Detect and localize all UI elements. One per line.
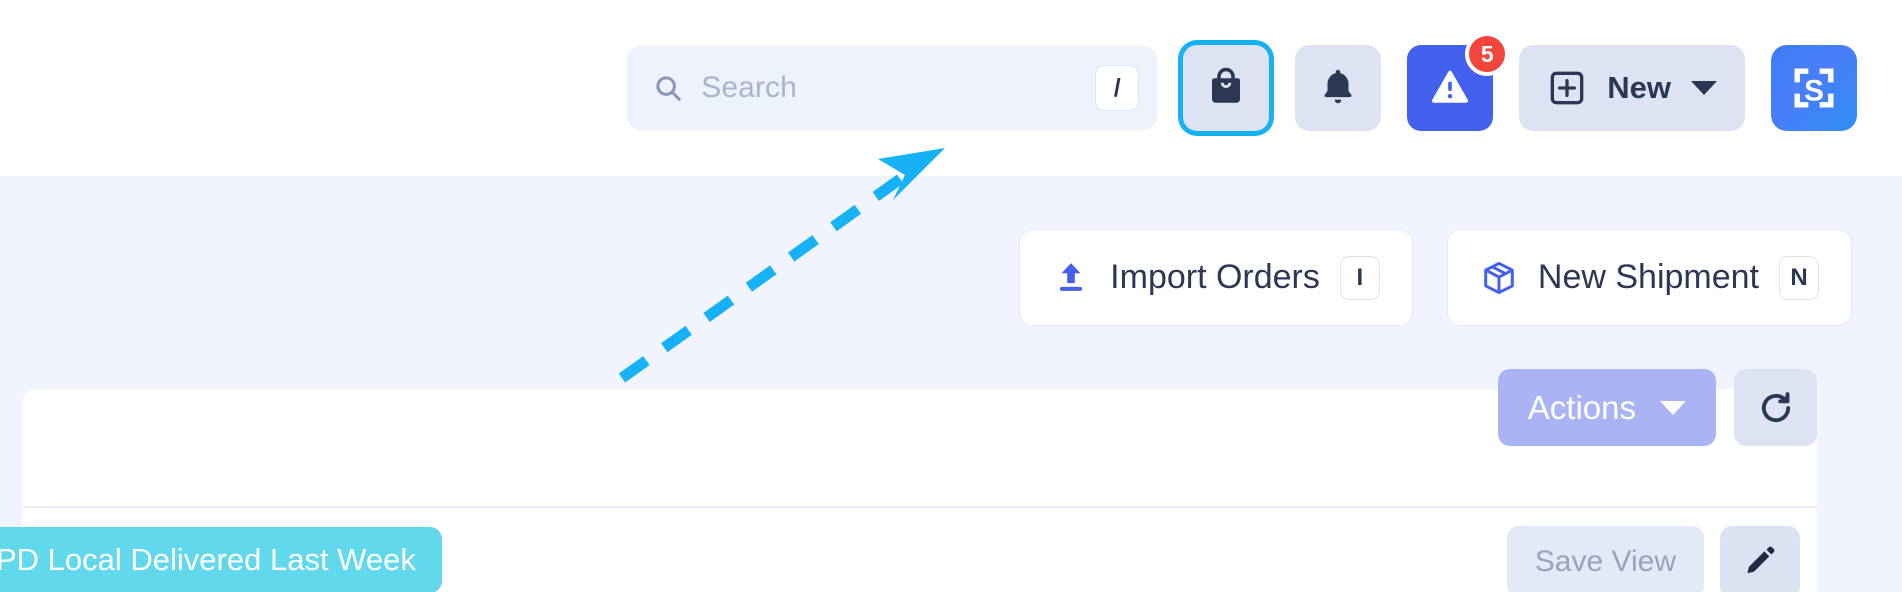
alerts-count-badge: 5 (1465, 32, 1510, 76)
import-orders-shortcut-badge: I (1339, 255, 1380, 300)
pencil-icon (1742, 543, 1778, 582)
actions-dropdown-button[interactable]: Actions (1497, 369, 1716, 446)
page-toolbar: Import Orders I New Shipment N (0, 176, 1902, 389)
header-controls-group: Search / 5 New S (627, 0, 1857, 176)
bell-icon (1317, 66, 1359, 111)
new-button-label: New (1607, 70, 1671, 105)
app-root: Search / 5 New S Import Orders I New Shi… (0, 0, 1902, 592)
svg-text:S: S (1804, 74, 1824, 107)
search-placeholder-text: Search (701, 71, 797, 104)
new-shipment-label: New Shipment (1537, 258, 1759, 296)
upload-icon (1052, 259, 1090, 297)
import-orders-label: Import Orders (1110, 258, 1320, 296)
new-dropdown-button[interactable]: New (1519, 45, 1745, 131)
shopping-bag-icon (1205, 66, 1247, 111)
actions-button-label: Actions (1527, 388, 1636, 426)
new-shipment-button[interactable]: New Shipment N (1446, 229, 1852, 326)
toolbar-actions-group: Import Orders I New Shipment N (1019, 229, 1852, 326)
chevron-down-icon (1691, 81, 1717, 95)
filter-chip[interactable]: PD Local Delivered Last Week (0, 527, 442, 592)
search-icon (653, 73, 683, 103)
package-box-icon (1480, 259, 1518, 297)
save-view-button[interactable]: Save View (1506, 526, 1704, 592)
alerts-button[interactable]: 5 (1407, 32, 1510, 131)
new-shipment-shortcut-badge: N (1779, 255, 1819, 300)
plus-square-icon (1547, 68, 1587, 108)
search-shortcut-badge: / (1095, 65, 1140, 111)
card-actions-group: Actions (1497, 369, 1817, 446)
search-input[interactable]: Search / (627, 46, 1158, 130)
warning-triangle-icon (1428, 65, 1472, 112)
edit-view-button[interactable] (1720, 526, 1800, 592)
refresh-button[interactable] (1734, 369, 1817, 446)
import-orders-button[interactable]: Import Orders I (1019, 229, 1413, 326)
app-logo[interactable]: S (1771, 45, 1857, 131)
chevron-down-icon (1660, 400, 1686, 415)
orders-bag-button[interactable] (1183, 45, 1270, 131)
refresh-icon (1756, 388, 1796, 428)
notifications-button[interactable] (1295, 45, 1382, 131)
top-header-bar: Search / 5 New S (0, 0, 1902, 176)
